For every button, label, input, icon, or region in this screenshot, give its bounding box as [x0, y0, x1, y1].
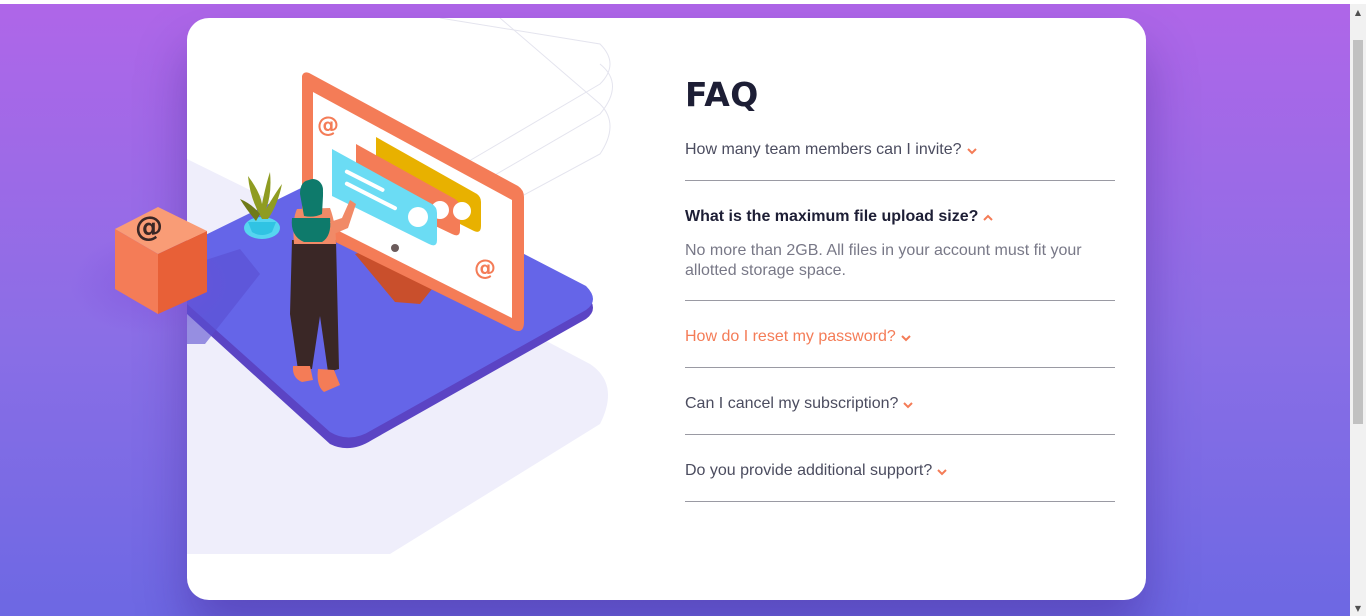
faq-question-label: Do you provide additional support? [685, 462, 933, 479]
chevron-down-icon [901, 335, 911, 342]
vertical-scrollbar[interactable]: ▲ ▼ [1350, 4, 1366, 616]
faq-item: How many team members can I invite? [685, 134, 1115, 181]
faq-item: Can I cancel my subscription? [685, 388, 1115, 435]
faq-question-button[interactable]: What is the maximum file upload size? [685, 206, 1115, 228]
faq-question-label: Can I cancel my subscription? [685, 395, 899, 412]
scroll-down-arrow-icon[interactable]: ▼ [1350, 600, 1366, 616]
faq-section: FAQ How many team members can I invite? … [685, 78, 1115, 502]
faq-answer: No more than 2GB. All files in your acco… [685, 242, 1082, 279]
faq-question-label: How many team members can I invite? [685, 141, 962, 158]
faq-question-label: What is the maximum file upload size? [685, 208, 979, 225]
chevron-down-icon [937, 469, 947, 476]
faq-question-button[interactable]: How many team members can I invite? [685, 139, 1115, 161]
chevron-down-icon [966, 148, 977, 155]
faq-item: Do you provide additional support? [685, 455, 1115, 502]
faq-question-label: How do I reset my password? [685, 328, 896, 345]
svg-text:@: @ [135, 209, 163, 243]
page-background: @ @ @ FAQ How many team members can I in… [0, 4, 1350, 616]
faq-question-button[interactable]: Do you provide additional support? [685, 460, 1115, 482]
faq-item: How do I reset my password? [685, 321, 1115, 368]
scrollbar-thumb[interactable] [1353, 40, 1363, 424]
faq-question-button[interactable]: How do I reset my password? [685, 326, 1115, 348]
faq-item: What is the maximum file upload size? No… [685, 201, 1115, 301]
chevron-down-icon [903, 402, 914, 409]
scroll-up-arrow-icon[interactable]: ▲ [1350, 4, 1366, 20]
faq-question-button[interactable]: Can I cancel my subscription? [685, 393, 1115, 415]
page-title: FAQ [685, 75, 759, 114]
faq-list: How many team members can I invite? What… [685, 134, 1115, 502]
chevron-up-icon [983, 214, 994, 221]
